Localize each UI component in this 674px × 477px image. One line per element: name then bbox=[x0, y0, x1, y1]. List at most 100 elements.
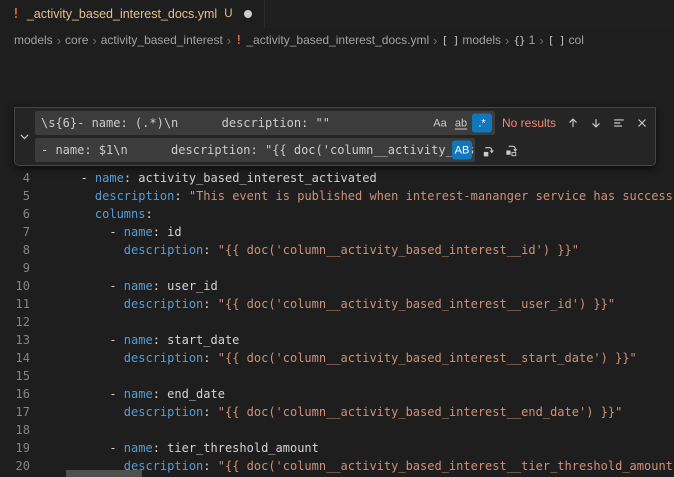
line-number: 10 bbox=[0, 277, 30, 295]
replace-icon bbox=[481, 143, 496, 158]
arrow-up-icon bbox=[566, 116, 580, 130]
code-line-19[interactable]: 19 - name: tier_threshold_amount bbox=[0, 439, 674, 457]
replace-all-button[interactable] bbox=[501, 140, 521, 161]
code-line-11[interactable]: 11 description: "{{ doc('column__activit… bbox=[0, 295, 674, 313]
line-content bbox=[30, 313, 66, 331]
replace-all-icon bbox=[504, 143, 519, 158]
line-content: - name: end_date bbox=[30, 385, 225, 403]
line-number: 19 bbox=[0, 439, 30, 457]
find-in-selection-icon bbox=[612, 116, 626, 130]
line-number: 16 bbox=[0, 385, 30, 403]
line-number: 5 bbox=[0, 187, 30, 205]
whole-word-button[interactable]: ab bbox=[451, 114, 471, 133]
chevron-down-icon bbox=[18, 130, 31, 143]
breadcrumb-separator: › bbox=[92, 33, 96, 48]
find-results-status: No results bbox=[502, 116, 556, 130]
breadcrumb-separator: › bbox=[433, 33, 437, 48]
breadcrumb-separator: › bbox=[57, 33, 61, 48]
symbol-icon: [ ] bbox=[441, 34, 458, 47]
code-line-12[interactable]: 12 bbox=[0, 313, 674, 331]
whole-word-icon: ab bbox=[455, 117, 467, 129]
code-line-5[interactable]: 5 description: "This event is published … bbox=[0, 187, 674, 205]
code-line-7[interactable]: 7 - name: id bbox=[0, 223, 674, 241]
line-number: 14 bbox=[0, 349, 30, 367]
breadcrumb-item-1[interactable]: {} 1 bbox=[513, 33, 535, 47]
vscode-editor-window: ! _activity_based_interest_docs.yml U mo… bbox=[0, 0, 674, 477]
match-case-button[interactable]: Aa bbox=[430, 114, 450, 133]
line-content: - name: user_id bbox=[30, 277, 218, 295]
find-replace-widget: \s{6}- name: (.*)\n description: "" Aa a… bbox=[14, 107, 656, 166]
breadcrumb-item-models[interactable]: [ ] models bbox=[441, 33, 501, 47]
line-content bbox=[30, 421, 66, 439]
breadcrumb-item--activity-based-interest-docs-yml[interactable]: ! _activity_based_interest_docs.yml bbox=[235, 33, 429, 47]
line-content: - name: tier_threshold_amount bbox=[30, 439, 319, 457]
close-button[interactable] bbox=[632, 113, 652, 134]
line-content bbox=[30, 259, 66, 277]
breadcrumb-item-col[interactable]: [ ] col bbox=[548, 33, 584, 47]
breadcrumb-label: _activity_based_interest_docs.yml bbox=[246, 33, 429, 47]
replace-button[interactable] bbox=[478, 140, 498, 161]
tab-bar: ! _activity_based_interest_docs.yml U bbox=[0, 0, 674, 28]
symbol-icon: [ ] bbox=[548, 34, 565, 47]
line-number: 12 bbox=[0, 313, 30, 331]
next-match-button[interactable] bbox=[586, 113, 606, 134]
line-number: 15 bbox=[0, 367, 30, 385]
line-content: description: "{{ doc('column__activity_b… bbox=[30, 295, 615, 313]
breadcrumb-label: models bbox=[14, 33, 53, 47]
breadcrumb-separator: › bbox=[227, 33, 231, 48]
editor[interactable]: 1version: 223models:4 - name: activity_b… bbox=[0, 52, 674, 477]
line-number: 17 bbox=[0, 403, 30, 421]
line-content bbox=[30, 367, 66, 385]
line-number: 11 bbox=[0, 295, 30, 313]
breadcrumb-item-activity-based-interest[interactable]: activity_based_interest bbox=[101, 33, 223, 47]
find-input[interactable]: \s{6}- name: (.*)\n description: "" Aa a… bbox=[35, 111, 495, 135]
code-line-10[interactable]: 10 - name: user_id bbox=[0, 277, 674, 295]
line-content: description: "{{ doc('column__activity_b… bbox=[30, 241, 579, 259]
replace-input[interactable]: - name: $1\n description: "{{ doc('colum… bbox=[35, 138, 475, 162]
find-input-value: \s{6}- name: (.*)\n description: "" bbox=[35, 116, 330, 130]
code-line-4[interactable]: 4 - name: activity_based_interest_activa… bbox=[0, 169, 674, 187]
regex-button[interactable]: .* bbox=[472, 114, 492, 133]
breadcrumb-label: models bbox=[462, 33, 501, 47]
yaml-file-icon: ! bbox=[235, 33, 242, 47]
previous-match-button[interactable] bbox=[563, 113, 583, 134]
preserve-case-icon: AB bbox=[455, 144, 470, 156]
tab-activity-based-interest-docs[interactable]: ! _activity_based_interest_docs.yml U bbox=[0, 0, 265, 28]
line-number: 13 bbox=[0, 331, 30, 349]
code-line-14[interactable]: 14 description: "{{ doc('column__activit… bbox=[0, 349, 674, 367]
replace-input-value: - name: $1\n description: "{{ doc('colum… bbox=[35, 143, 475, 157]
unsaved-changes-dot[interactable] bbox=[244, 10, 252, 18]
breadcrumb-label: col bbox=[569, 33, 584, 47]
line-content: - name: start_date bbox=[30, 331, 239, 349]
line-content: - name: activity_based_interest_activate… bbox=[30, 169, 377, 187]
code-line-13[interactable]: 13 - name: start_date bbox=[0, 331, 674, 349]
code-line-18[interactable]: 18 bbox=[0, 421, 674, 439]
breadcrumb-label: activity_based_interest bbox=[101, 33, 223, 47]
regex-icon: .* bbox=[478, 117, 485, 129]
breadcrumb-item-models[interactable]: models bbox=[14, 33, 53, 47]
breadcrumb-item-core[interactable]: core bbox=[65, 33, 88, 47]
code-line-17[interactable]: 17 description: "{{ doc('column__activit… bbox=[0, 403, 674, 421]
line-number: 9 bbox=[0, 259, 30, 277]
breadcrumb-label: 1 bbox=[529, 33, 536, 47]
arrow-down-icon bbox=[589, 116, 603, 130]
find-in-selection-button[interactable] bbox=[609, 113, 629, 134]
line-number: 6 bbox=[0, 205, 30, 223]
code-line-16[interactable]: 16 - name: end_date bbox=[0, 385, 674, 403]
preserve-case-button[interactable]: AB bbox=[452, 141, 472, 160]
tab-title: _activity_based_interest_docs.yml bbox=[27, 7, 217, 21]
code-line-6[interactable]: 6 columns: bbox=[0, 205, 674, 223]
yaml-file-icon: ! bbox=[12, 7, 20, 22]
breadcrumb-label: core bbox=[65, 33, 88, 47]
line-content: - name: id bbox=[30, 223, 182, 241]
symbol-icon: {} bbox=[513, 34, 524, 47]
line-number: 18 bbox=[0, 421, 30, 439]
close-icon bbox=[635, 116, 649, 130]
toggle-replace-button[interactable] bbox=[15, 108, 33, 165]
code-line-15[interactable]: 15 bbox=[0, 367, 674, 385]
code-line-9[interactable]: 9 bbox=[0, 259, 674, 277]
horizontal-scrollbar-thumb[interactable] bbox=[66, 470, 142, 477]
line-number: 8 bbox=[0, 241, 30, 259]
match-case-icon: Aa bbox=[433, 117, 446, 129]
code-line-8[interactable]: 8 description: "{{ doc('column__activity… bbox=[0, 241, 674, 259]
